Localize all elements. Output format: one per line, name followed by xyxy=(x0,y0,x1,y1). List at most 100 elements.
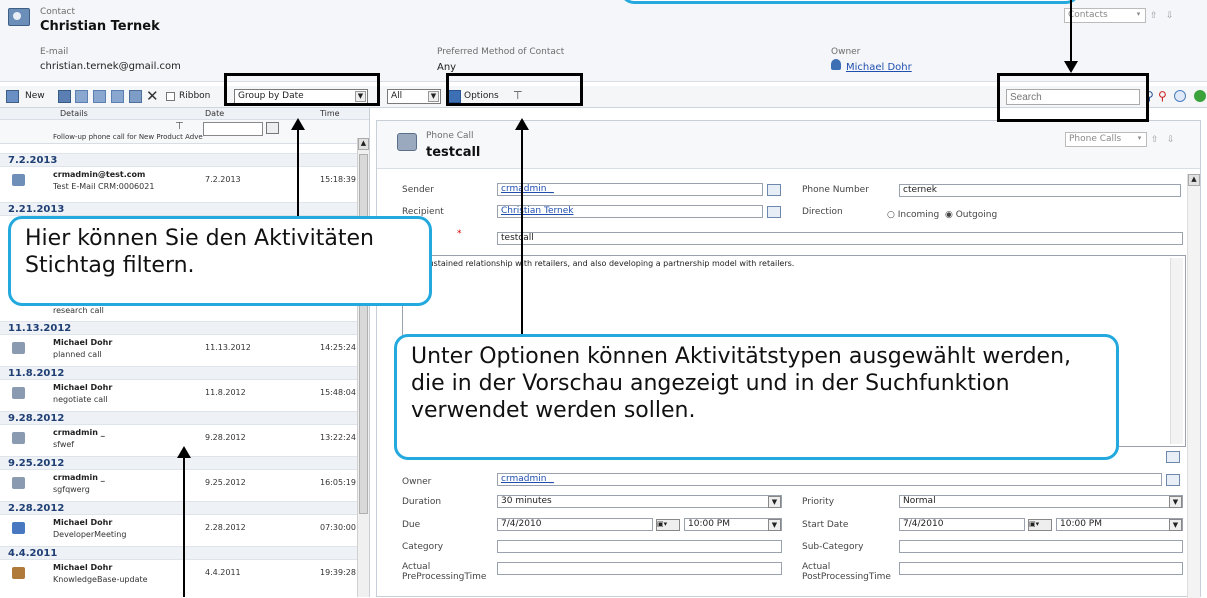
scroll-thumb[interactable] xyxy=(359,154,368,514)
activity-date: 11.8.2012 xyxy=(205,388,246,397)
start-time-dropdown-icon[interactable]: ▼ xyxy=(1169,519,1182,531)
nav-up-icon[interactable]: ⇧ xyxy=(1150,11,1158,21)
refresh-icon[interactable] xyxy=(1194,90,1206,102)
owner-label: Owner xyxy=(831,47,861,57)
all-select[interactable]: All ▼ xyxy=(387,89,441,104)
ribbon-label: Ribbon xyxy=(179,91,211,101)
activity-time: 15:18:39 xyxy=(320,175,356,184)
activity-detail: planned call xyxy=(53,350,102,359)
recipient-lookup-icon[interactable] xyxy=(767,206,781,218)
activity-row[interactable]: Michael Dohr planned call 11.13.2012 14:25:… xyxy=(0,335,369,365)
recipient-field[interactable]: Christian Ternek xyxy=(497,205,763,218)
scroll-up-icon[interactable]: ▲ xyxy=(358,138,369,150)
date-group-header[interactable]: 9.28.2012 xyxy=(0,411,369,425)
sender-lookup-icon[interactable] xyxy=(767,184,781,196)
date-group-header[interactable]: 11.13.2012 xyxy=(0,321,369,335)
entity-type-label: Contact xyxy=(40,7,76,17)
subcategory-field[interactable] xyxy=(899,540,1183,553)
description-text: ld a sustained relationship with retaile… xyxy=(407,259,795,268)
start-date-label: Start Date xyxy=(802,520,849,530)
nav-down-icon[interactable]: ⇩ xyxy=(1166,11,1174,21)
activity-time: 07:30:00 xyxy=(320,523,356,532)
owner-lookup-icon[interactable] xyxy=(1166,474,1180,486)
new-icon[interactable] xyxy=(6,90,19,103)
activity-list: Details Date Time ⊤ Follow-up phone call… xyxy=(0,108,370,597)
search-highlight xyxy=(997,73,1149,122)
date-group-header[interactable]: 9.25.2012 xyxy=(0,456,369,470)
start-calendar-icon[interactable]: ▣▾ xyxy=(1028,519,1052,531)
phone-number-field[interactable]: cternek xyxy=(899,184,1181,197)
form-header: Phone Call testcall Phone Calls ▾ ⇧ ⇩ xyxy=(377,121,1200,169)
sender-field[interactable]: crmadmin _ xyxy=(497,183,763,196)
date-filter-input[interactable] xyxy=(203,122,263,136)
category-field[interactable] xyxy=(497,540,782,553)
form-type: Phone Call xyxy=(426,131,474,141)
priority-field[interactable]: Normal xyxy=(899,495,1183,508)
activity-detail: research call xyxy=(53,306,104,315)
top-callout-edge xyxy=(620,0,1080,4)
print-icon[interactable] xyxy=(75,90,88,103)
expand-icon[interactable] xyxy=(1174,90,1186,102)
owner-field-label: Owner xyxy=(402,477,432,487)
date-group-header[interactable]: 4.4.2011 xyxy=(0,546,369,560)
filter-arrow-head xyxy=(291,118,305,130)
activity-subject: crmadmin@test.com xyxy=(53,170,146,179)
contacts-select[interactable]: Contacts ▾ xyxy=(1064,8,1146,23)
column-filter-icon[interactable]: ⊤ xyxy=(175,121,184,132)
col-time[interactable]: Time xyxy=(320,109,340,118)
date-group-header[interactable]: 7.2.2013 xyxy=(0,153,369,167)
filter-text: Follow-up phone call for New Product Adv… xyxy=(53,133,203,141)
activity-row[interactable]: Michael Dohr KnowledgeBase-update 4.4.2011… xyxy=(0,560,369,590)
col-details[interactable]: Details xyxy=(60,109,88,118)
col-date[interactable]: Date xyxy=(205,109,224,118)
save-icon[interactable] xyxy=(58,90,71,103)
form-up-icon[interactable]: ⇧ xyxy=(1151,135,1159,145)
due-label: Due xyxy=(402,520,421,530)
phone-icon xyxy=(12,477,25,489)
list-scrollbar[interactable]: ▲ xyxy=(357,138,369,597)
activity-row[interactable]: Michael Dohr DeveloperMeeting 2.28.2012 07:… xyxy=(0,515,369,545)
duration-field[interactable]: 30 minutes xyxy=(497,495,782,508)
activity-row[interactable]: crmadmin _ sgfqwerg 9.25.2012 16:05:19 xyxy=(0,470,369,500)
delete-icon[interactable]: ✕ xyxy=(146,87,159,105)
activity-row[interactable]: Michael Dohr negotiate call 11.8.2012 15:48… xyxy=(0,380,369,410)
description-scrollbar[interactable] xyxy=(1170,258,1183,444)
printer-icon[interactable] xyxy=(129,90,142,103)
date-group-header[interactable]: 11.8.2012 xyxy=(0,366,369,380)
options-arrow-line xyxy=(521,128,523,340)
category-label: Category xyxy=(402,542,444,552)
clear-search-icon[interactable]: ⚲ xyxy=(1158,89,1167,103)
lookup-icon-top[interactable] xyxy=(1166,451,1180,463)
duration-dropdown-icon[interactable]: ▼ xyxy=(768,496,781,508)
incoming-radio[interactable]: ○ Incoming xyxy=(887,210,939,220)
activity-row[interactable]: crmadmin@test.com Test E-Mail CRM:0006021… xyxy=(0,167,369,197)
ribbon-checkbox[interactable] xyxy=(166,92,175,101)
form-down-icon[interactable]: ⇩ xyxy=(1167,135,1175,145)
actual-pre-field[interactable] xyxy=(497,562,782,575)
copy-icon[interactable] xyxy=(93,90,106,103)
outgoing-radio[interactable]: ◉ Outgoing xyxy=(945,210,997,220)
start-date-field[interactable]: 7/4/2010 xyxy=(899,518,1025,531)
form-scrollbar[interactable]: ▲ xyxy=(1187,174,1200,598)
priority-dropdown-icon[interactable]: ▼ xyxy=(1169,496,1182,508)
sender-label: Sender xyxy=(402,185,434,195)
new-button[interactable]: New xyxy=(25,91,45,101)
date-group-header[interactable]: 2.28.2012 xyxy=(0,501,369,515)
actual-post-field[interactable] xyxy=(899,562,1183,575)
due-calendar-icon[interactable]: ▣▾ xyxy=(656,519,680,531)
form-scroll-up-icon[interactable]: ▲ xyxy=(1188,174,1200,186)
phone-calls-select[interactable]: Phone Calls ▾ xyxy=(1065,132,1147,147)
date-group-header[interactable]: 2.21.2013 xyxy=(0,202,369,216)
pref-contact-label: Preferred Method of Contact xyxy=(437,47,565,57)
subcategory-label: Sub-Category xyxy=(802,542,864,552)
activity-subject: crmadmin _ xyxy=(53,428,105,437)
due-date-field[interactable]: 7/4/2010 xyxy=(497,518,653,531)
subject-field[interactable]: testcall xyxy=(497,232,1183,245)
assign-icon[interactable] xyxy=(111,90,124,103)
owner-field[interactable]: crmadmin _ xyxy=(497,473,1162,486)
calendar-icon[interactable] xyxy=(266,122,279,134)
owner-link[interactable]: Michael Dohr xyxy=(846,62,912,73)
start-time-field[interactable]: 10:00 PM xyxy=(1056,518,1183,531)
due-time-dropdown-icon[interactable]: ▼ xyxy=(768,519,781,531)
activity-time: 16:05:19 xyxy=(320,478,356,487)
